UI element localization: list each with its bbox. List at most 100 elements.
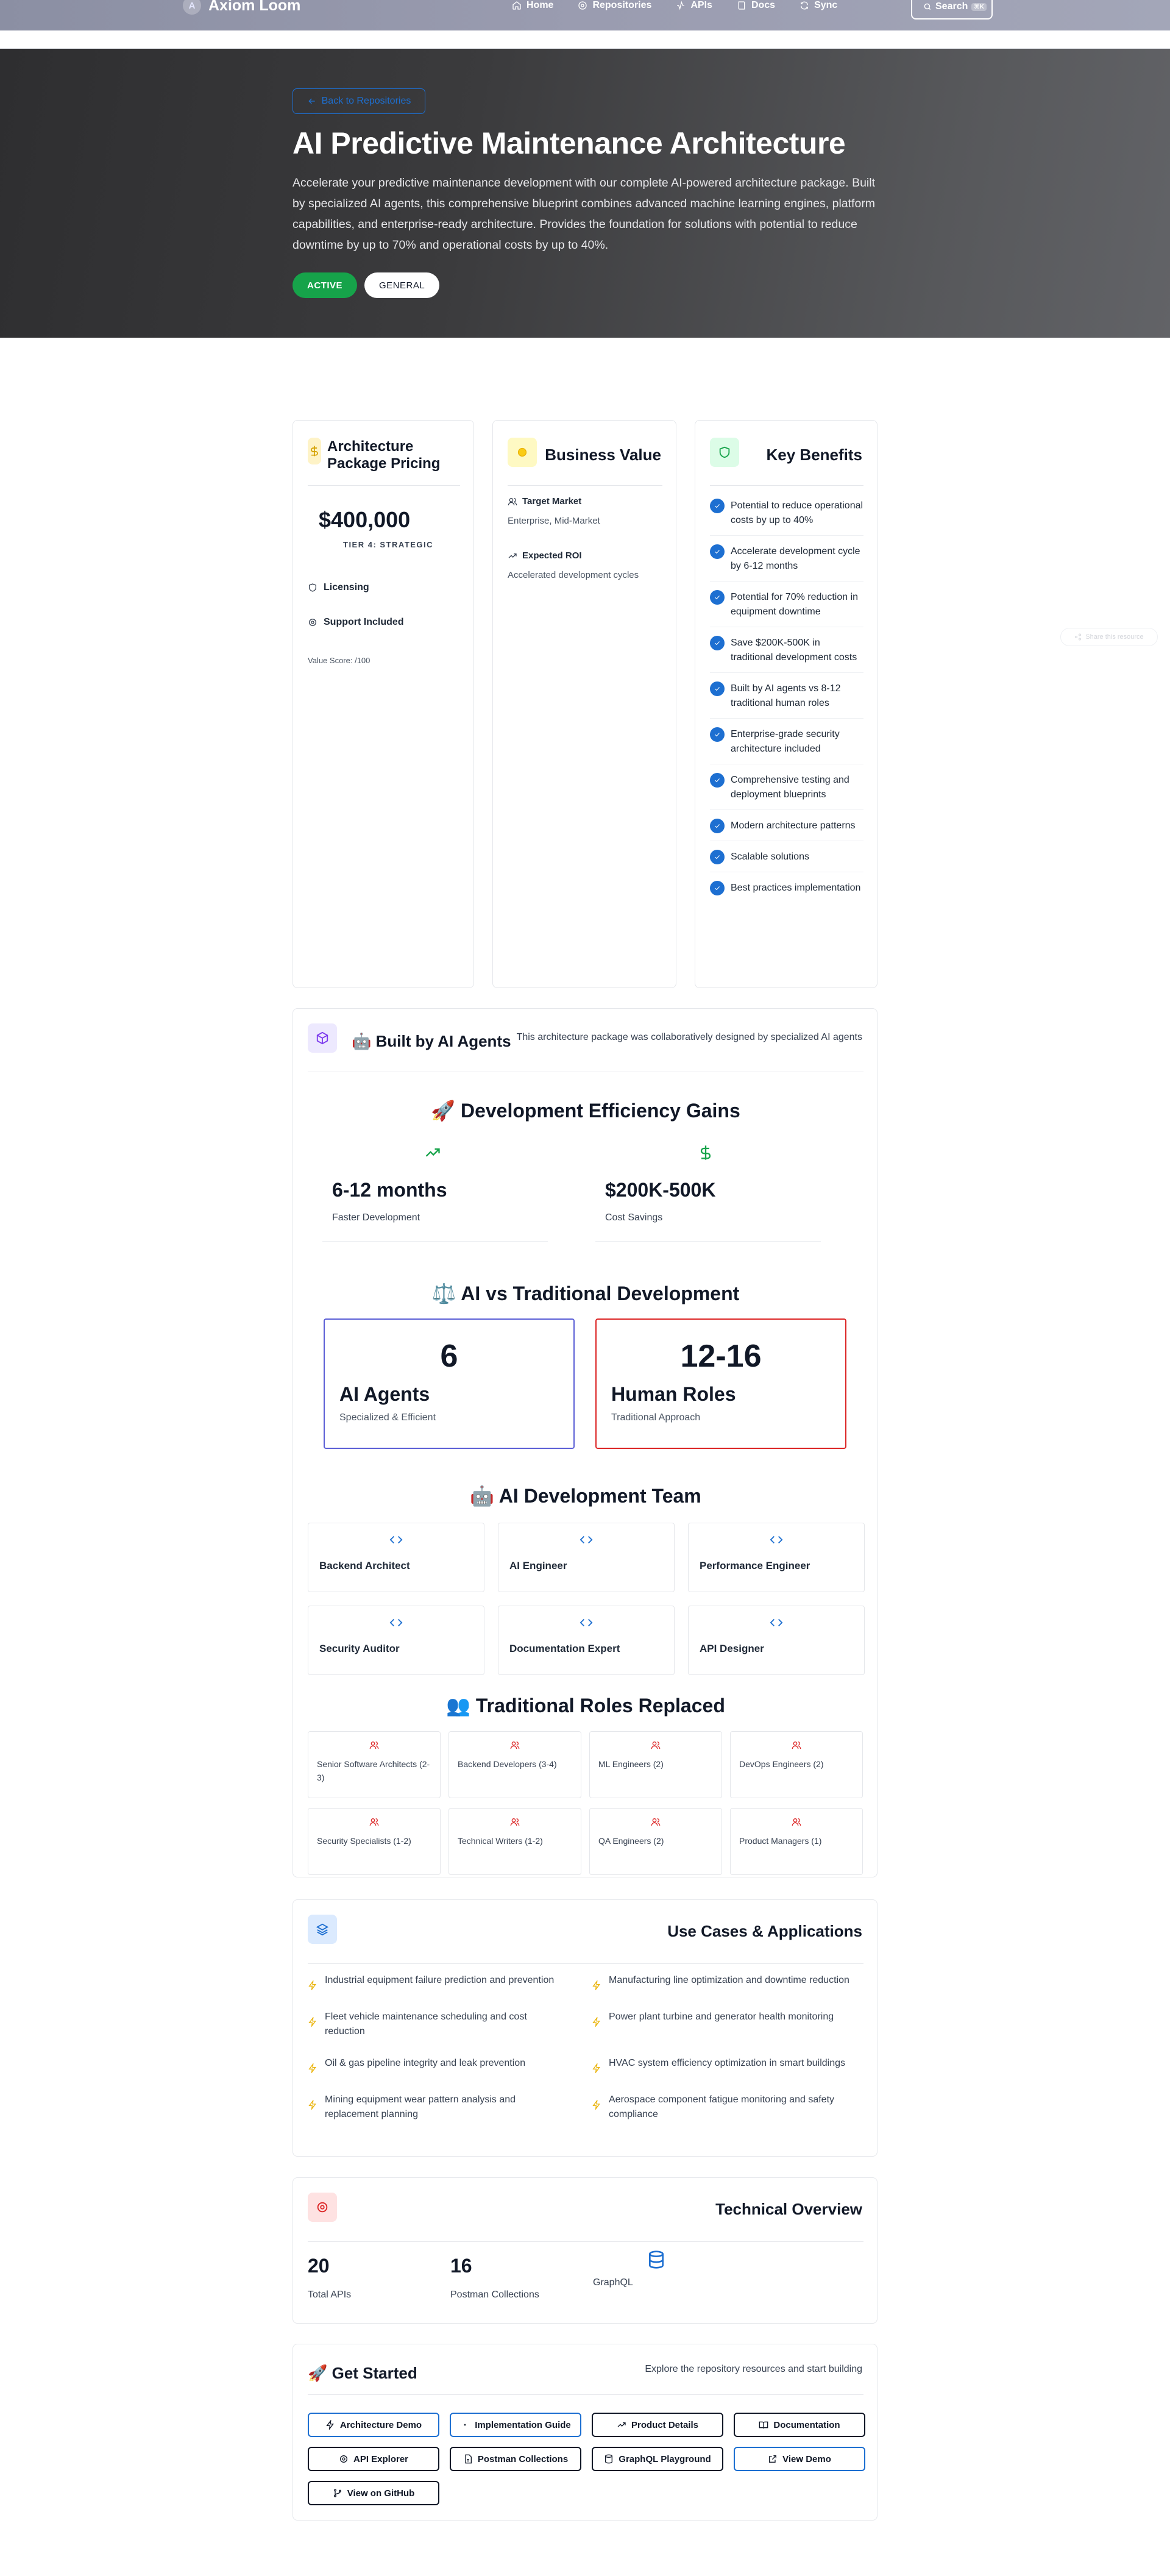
architecture-demo-button[interactable]: Architecture Demo (308, 2413, 439, 2437)
nav-sync-label: Sync (814, 0, 838, 10)
zap-icon (592, 2017, 600, 2027)
replaced-role-name: Product Managers (1) (739, 1836, 822, 1846)
lightbulb-icon (508, 438, 537, 467)
replaced-role-name: QA Engineers (2) (598, 1836, 664, 1846)
zap-icon (592, 1980, 600, 1990)
api-explorer-button[interactable]: API Explorer (308, 2447, 439, 2471)
use-case-item: Aerospace component fatigue monitoring a… (592, 2093, 854, 2122)
efficiency-underline (322, 1241, 548, 1242)
vs-heading: ⚖️ AI vs Traditional Development (431, 1283, 740, 1304)
check-circle-icon (710, 499, 725, 513)
replaced-role-card: Senior Software Architects (2-3) (308, 1731, 441, 1798)
support-label: Support Included (324, 617, 404, 627)
search-button[interactable]: Search ⌘K (911, 0, 993, 20)
status-badge: ACTIVE (292, 272, 358, 298)
stat-apis-label: Total APIs (308, 2290, 352, 2300)
divider (308, 2394, 863, 2395)
users-icon (369, 1818, 379, 1826)
get-started-subtitle: Explore the repository resources and sta… (645, 2364, 862, 2374)
efficiency-heading: 🚀 Development Efficiency Gains (431, 1100, 740, 1122)
roles-heading: 👥 Traditional Roles Replaced (446, 1695, 725, 1717)
documentation-button[interactable]: Documentation (734, 2413, 865, 2437)
target-market-value: Enterprise, Mid-Market (508, 516, 600, 526)
use-case-item: Industrial equipment failure prediction … (308, 1973, 570, 1990)
nav-repositories[interactable]: Repositories (566, 0, 664, 11)
check-circle-icon (710, 727, 725, 742)
gear-icon (309, 619, 316, 626)
shield-icon (309, 583, 316, 592)
floating-share-button[interactable]: Share this resource (1060, 628, 1158, 646)
built-subtitle: This architecture package was collaborat… (516, 1032, 862, 1042)
nav-docs[interactable]: Docs (725, 0, 787, 11)
stat-graphql: GraphQL (593, 2250, 666, 2288)
benefit-item: Accelerate development cycle by 6-12 mon… (710, 544, 863, 582)
check-circle-icon (710, 681, 725, 696)
search-icon (924, 3, 931, 10)
postman-collections-button[interactable]: Postman Collections (450, 2447, 581, 2471)
check-circle-icon (710, 881, 725, 895)
pricing-card: Architecture Package Pricing $400,000 TI… (292, 420, 474, 988)
check-circle-icon (710, 590, 725, 605)
benefit-text: Accelerate development cycle by 6-12 mon… (731, 546, 860, 571)
benefit-text: Built by AI agents vs 8-12 traditional h… (731, 683, 841, 708)
ai-agents-desc: Specialized & Efficient (339, 1412, 436, 1423)
view-demo-button[interactable]: View Demo (734, 2447, 865, 2471)
team-member-name: API Designer (700, 1643, 764, 1654)
business-value-card: Business Value Target Market Enterprise,… (492, 420, 676, 988)
team-member-name: AI Engineer (509, 1560, 567, 1571)
page-description: Accelerate your predictive maintenance d… (292, 176, 876, 252)
benefit-item: Built by AI agents vs 8-12 traditional h… (710, 681, 863, 719)
button-label: Postman Collections (477, 2453, 569, 2464)
check-icon (715, 687, 720, 691)
team-member-name: Security Auditor (319, 1643, 400, 1654)
database-icon (605, 2454, 613, 2464)
replaced-role-card: Backend Developers (3-4) (448, 1731, 581, 1798)
use-case-text: Manufacturing line optimization and down… (609, 1975, 849, 1985)
zap-icon (326, 2420, 334, 2430)
team-member-card: Security Auditor (308, 1606, 484, 1675)
benefits-list: Potential to reduce operational costs by… (710, 499, 863, 911)
button-label: Documentation (773, 2419, 840, 2430)
arrow-left-icon (308, 98, 315, 104)
button-label: View on GitHub (347, 2488, 415, 2499)
key-benefits-card: Key Benefits Potential to reduce operati… (695, 420, 878, 988)
gear-icon (578, 1, 587, 10)
human-roles-label: Human Roles (611, 1383, 736, 1405)
top-nav: A Axiom Loom Home Repositories APIs Docs… (0, 0, 1170, 30)
built-title: 🤖 Built by AI Agents (352, 1032, 511, 1050)
dollar-icon (308, 438, 321, 464)
nav-apis-label: APIs (690, 0, 712, 10)
benefit-text: Save $200K-500K in traditional developme… (731, 638, 857, 663)
support-row: Support Included (308, 617, 404, 628)
licensing-label: Licensing (324, 582, 369, 592)
activity-icon (677, 1, 685, 10)
nav-sync[interactable]: Sync (787, 0, 849, 11)
nav-apis[interactable]: APIs (664, 0, 725, 11)
home-icon (512, 1, 521, 10)
layers-icon (308, 1915, 337, 1944)
brand-logo[interactable]: A Axiom Loom (183, 0, 300, 15)
target-market-text: Target Market (522, 496, 582, 507)
graphql-playground-button[interactable]: GraphQL Playground (592, 2447, 723, 2471)
use-case-text: Fleet vehicle maintenance scheduling and… (325, 2012, 527, 2037)
check-icon (715, 504, 720, 508)
refresh-icon (801, 1, 809, 10)
nav-docs-label: Docs (751, 0, 776, 10)
benefit-text: Scalable solutions (731, 852, 809, 862)
file-icon (465, 2454, 472, 2464)
database-icon (649, 2250, 664, 2269)
share-icon (1075, 633, 1082, 641)
efficiency-cost-label: Cost Savings (605, 1212, 663, 1223)
product-details-button[interactable]: Product Details (592, 2413, 723, 2437)
category-badge: GENERAL (364, 272, 440, 298)
back-to-repositories-button[interactable]: Back to Repositories (292, 88, 425, 114)
implementation-guide-button[interactable]: Implementation Guide (450, 2413, 581, 2437)
use-case-item: Oil & gas pipeline integrity and leak pr… (308, 2056, 570, 2073)
stat-postman: 16 Postman Collections (450, 2255, 539, 2300)
nav-home-label: Home (526, 0, 554, 10)
team-member-card: Backend Architect (308, 1523, 484, 1592)
view-on-github-button[interactable]: View on GitHub (308, 2481, 439, 2505)
nav-home[interactable]: Home (500, 0, 566, 11)
benefit-text: Comprehensive testing and deployment blu… (731, 775, 849, 800)
efficiency-time-label: Faster Development (332, 1212, 420, 1223)
